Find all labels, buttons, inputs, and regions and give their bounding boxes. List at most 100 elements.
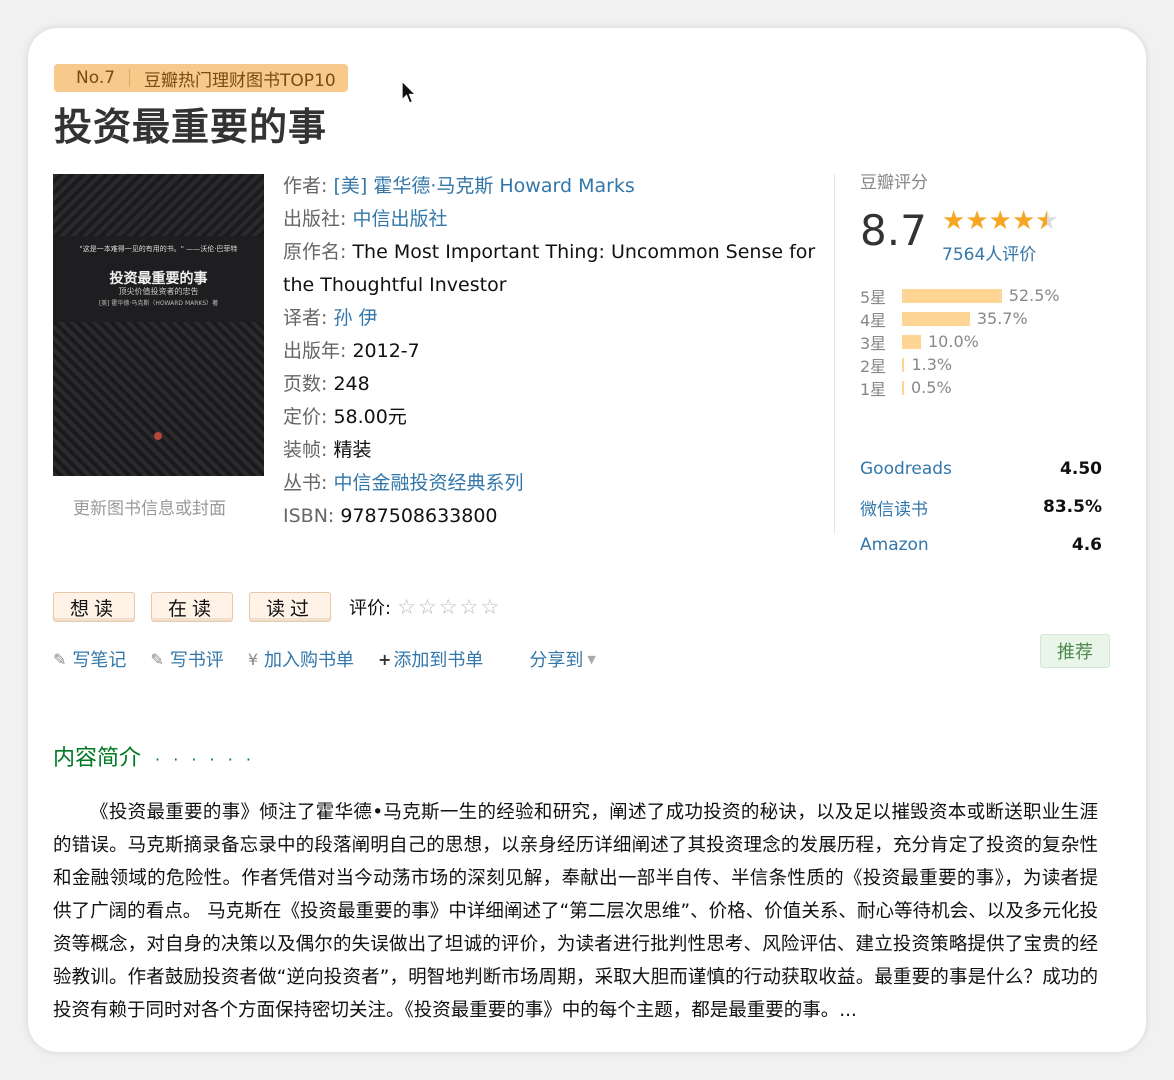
want-to-read-button[interactable]: 想读 bbox=[53, 592, 136, 622]
other-rating-value: 4.50 bbox=[1060, 459, 1102, 479]
isbn-value: 9787508633800 bbox=[340, 505, 498, 527]
info-series-row: 丛书: 中信金融投资经典系列 bbox=[283, 467, 823, 500]
tool-links: ✎ 写笔记 ✎ 写书评 ¥ 加入购书单 + 添加到书单 分享到 ▼ bbox=[53, 646, 620, 672]
rating-row-label: 4星 bbox=[860, 310, 887, 330]
badge-rank: No.7 bbox=[76, 68, 116, 88]
add-cart-label: 加入购书单 bbox=[264, 650, 354, 671]
binding-value: 精装 bbox=[333, 439, 372, 461]
other-rating-value: 4.6 bbox=[1071, 535, 1102, 555]
info-binding-row: 装帧: 精装 bbox=[283, 434, 823, 467]
rating-row: 5星 52.5% bbox=[860, 284, 1060, 307]
rating-bar bbox=[902, 380, 904, 395]
year-label: 出版年: bbox=[283, 340, 347, 362]
rating-row-percent: 35.7% bbox=[976, 309, 1028, 328]
plus-icon: + bbox=[378, 649, 392, 669]
intro-text: 《投资最重要的事》倾注了霍华德•马克斯一生的经验和研究，阐述了成功投资的秘诀，以… bbox=[53, 802, 1098, 1021]
rating-row-percent: 52.5% bbox=[1008, 286, 1060, 305]
isbn-label: ISBN: bbox=[283, 505, 335, 527]
rating-row-percent: 0.5% bbox=[911, 378, 952, 397]
other-rating-row: Amazon 4.6 bbox=[860, 526, 1102, 564]
book-title: 投资最重要的事 bbox=[54, 105, 328, 149]
price-label: 定价: bbox=[283, 406, 328, 428]
add-cart-link[interactable]: ¥ 加入购书单 bbox=[248, 646, 354, 672]
status-actions: 想读 在读 读过 评价: ☆☆☆☆☆ bbox=[53, 592, 501, 622]
original-label: 原作名: bbox=[283, 241, 347, 263]
badge-text: 豆瓣热门理财图书TOP10 bbox=[144, 70, 336, 91]
pencil-icon: ✎ bbox=[150, 649, 164, 669]
other-rating-source-link[interactable]: Goodreads bbox=[860, 459, 952, 479]
share-dropdown[interactable]: 分享到 ▼ bbox=[529, 646, 595, 672]
intro-heading: 内容简介 · · · · · · bbox=[53, 740, 255, 772]
rating-row-label: 5星 bbox=[860, 287, 887, 307]
yen-icon: ¥ bbox=[247, 649, 258, 669]
rate-stars[interactable]: ☆☆☆☆☆ bbox=[397, 595, 501, 619]
series-link[interactable]: 中信金融投资经典系列 bbox=[333, 472, 523, 494]
share-label: 分享到 bbox=[529, 650, 584, 671]
pages-value: 248 bbox=[333, 373, 370, 395]
mouse-cursor-icon bbox=[401, 80, 418, 104]
rating-bar bbox=[902, 311, 970, 326]
publisher-link[interactable]: 中信出版社 bbox=[352, 208, 447, 230]
intro-dots: · · · · · · bbox=[155, 750, 255, 769]
star-empty-icon[interactable]: ☆ bbox=[460, 595, 479, 619]
book-card: No.7 豆瓣热门理财图书TOP10 投资最重要的事 "这是一本难得一见的有用的… bbox=[28, 28, 1146, 1052]
info-year-row: 出版年: 2012-7 bbox=[283, 335, 823, 368]
rating-stars: ★ ★ ★ ★ ★ bbox=[942, 208, 1059, 234]
other-rating-row: 微信读书 83.5% bbox=[860, 488, 1102, 526]
binding-label: 装帧: bbox=[283, 439, 328, 461]
translator-link[interactable]: 孙 伊 bbox=[333, 307, 377, 329]
reading-button[interactable]: 在读 bbox=[151, 592, 234, 622]
star-empty-icon[interactable]: ☆ bbox=[480, 595, 499, 619]
rating-row: 3星 10.0% bbox=[860, 330, 1060, 353]
rate-label: 评价: bbox=[349, 598, 392, 619]
rating-row: 4星 35.7% bbox=[860, 307, 1060, 330]
star-empty-icon[interactable]: ☆ bbox=[439, 595, 458, 619]
cover-author: [美] 霍华德·马克斯（HOWARD MARKS）著 bbox=[98, 300, 219, 307]
cover-quote: "这是一本难得一见的有用的书。" ——沃伦·巴菲特 bbox=[79, 245, 238, 253]
other-rating-row: Goodreads 4.50 bbox=[860, 450, 1102, 488]
recommend-button[interactable]: 推荐 bbox=[1040, 634, 1110, 668]
info-author-row: 作者: [美] 霍华德·马克斯 Howard Marks bbox=[283, 170, 823, 203]
pencil-icon: ✎ bbox=[53, 649, 67, 669]
have-read-button[interactable]: 读过 bbox=[249, 592, 332, 622]
rating-row-label: 2星 bbox=[860, 356, 887, 376]
rating-count-link[interactable]: 7564人评价 bbox=[942, 240, 1036, 265]
write-note-label: 写笔记 bbox=[72, 650, 127, 671]
rating-bar bbox=[902, 357, 905, 372]
star-full-icon: ★ bbox=[1011, 206, 1036, 236]
rating-heading: 豆瓣评分 bbox=[860, 173, 928, 193]
rating-row-percent: 10.0% bbox=[928, 332, 979, 351]
rating-bar bbox=[902, 334, 921, 349]
info-translator-row: 译者: 孙 伊 bbox=[283, 302, 823, 335]
rating-distribution: 5星 52.5% 4星 35.7% 3星 10.0% 2星 1.3% 1星 0.5% bbox=[860, 284, 1060, 399]
book-info: 作者: [美] 霍华德·马克斯 Howard Marks 出版社: 中信出版社 … bbox=[283, 170, 823, 533]
write-note-link[interactable]: ✎ 写笔记 bbox=[53, 646, 126, 672]
cover-title: 投资最重要的事 bbox=[109, 271, 208, 287]
rating-row-label: 3星 bbox=[860, 333, 887, 353]
book-cover[interactable]: "这是一本难得一见的有用的书。" ——沃伦·巴菲特 投资最重要的事 顶尖价值投资… bbox=[53, 174, 264, 476]
author-label: 作者: bbox=[283, 175, 328, 197]
author-link[interactable]: [美] 霍华德·马克斯 Howard Marks bbox=[333, 175, 634, 197]
top10-badge[interactable]: No.7 豆瓣热门理财图书TOP10 bbox=[54, 64, 348, 92]
write-review-label: 写书评 bbox=[169, 650, 224, 671]
year-value: 2012-7 bbox=[352, 340, 420, 362]
update-info-link[interactable]: 更新图书信息或封面 bbox=[73, 494, 226, 519]
cover-subtitle: 顶尖价值投资者的忠告 bbox=[118, 287, 199, 296]
publisher-logo-icon bbox=[154, 432, 162, 440]
translator-label: 译者: bbox=[283, 307, 328, 329]
rating-row-label: 1星 bbox=[860, 379, 887, 399]
info-price-row: 定价: 58.00元 bbox=[283, 401, 823, 434]
info-pages-row: 页数: 248 bbox=[283, 368, 823, 401]
other-rating-source-link[interactable]: Amazon bbox=[860, 535, 929, 555]
star-empty-icon[interactable]: ☆ bbox=[397, 595, 416, 619]
cover-pattern-top bbox=[53, 174, 264, 236]
add-list-link[interactable]: + 添加到书单 bbox=[378, 646, 483, 672]
write-review-link[interactable]: ✎ 写书评 bbox=[150, 646, 223, 672]
rating-score: 8.7 bbox=[860, 206, 927, 255]
other-rating-source-link[interactable]: 微信读书 bbox=[860, 495, 928, 520]
star-empty-icon[interactable]: ☆ bbox=[418, 595, 437, 619]
pages-label: 页数: bbox=[283, 373, 328, 395]
other-rating-value: 83.5% bbox=[1043, 497, 1102, 517]
star-full-icon: ★ bbox=[988, 206, 1012, 236]
rating-row-percent: 1.3% bbox=[911, 355, 953, 374]
